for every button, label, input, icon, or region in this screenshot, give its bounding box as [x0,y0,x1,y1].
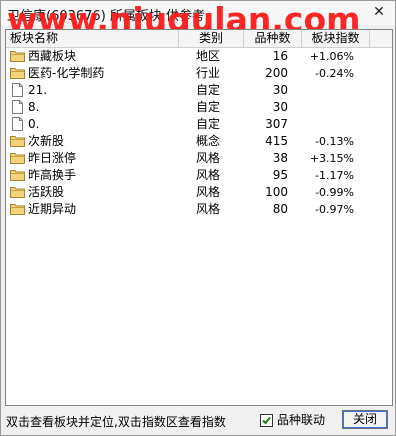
folder-icon [10,170,25,181]
table-header: 板块名称 类别 品种数 板块指数 [6,30,392,48]
row-count: 95 [272,168,288,182]
table-row[interactable]: 8. 自定 30 [6,99,392,116]
row-type: 概念 [196,134,221,148]
row-count: 38 [272,151,288,165]
row-type: 自定 [196,83,221,97]
row-count: 200 [265,66,288,80]
checkbox-label: 品种联动 [277,413,326,427]
sector-table: 板块名称 类别 品种数 板块指数 西藏板块 地区 16 +1.06% 医药-化学制药 行业… [5,29,393,406]
table-row[interactable]: 昨日涨停 风格 38 +3.15% [6,150,392,167]
folder-icon [10,68,25,79]
folder-icon [10,136,25,147]
row-type: 风格 [196,151,221,165]
row-count: 30 [272,100,288,114]
row-name: 西藏板块 [28,49,77,63]
row-index [302,116,354,133]
table-row[interactable]: 0. 自定 307 [6,116,392,133]
row-index [302,99,354,116]
row-index: +3.15% [309,152,354,165]
row-name: 8. [28,100,40,114]
close-button[interactable]: 关闭 [342,410,388,429]
row-type: 风格 [196,185,221,199]
table-row[interactable]: 昨高换手 风格 95 -1.17% [6,167,392,184]
row-type: 风格 [196,202,221,216]
header-name[interactable]: 板块名称 [6,30,179,47]
row-name: 昨高换手 [28,168,77,182]
row-count: 307 [265,117,288,131]
row-type: 风格 [196,168,221,182]
checkmark-icon [262,416,271,425]
document-icon [12,100,23,114]
row-index: -1.17% [315,169,354,182]
row-type: 地区 [196,49,221,63]
close-icon[interactable]: ✕ [371,4,387,20]
row-count: 80 [272,202,288,216]
row-index: +1.06% [309,50,354,63]
table-row[interactable]: 医药-化学制药 行业 200 -0.24% [6,65,392,82]
usage-hint: 双击查看板块并定位,双击指数区查看指数 [6,415,226,429]
row-name: 昨日涨停 [28,151,77,165]
folder-icon [10,48,26,65]
row-name: 0. [28,117,40,131]
document-icon [12,83,23,97]
row-type: 自定 [196,100,221,114]
document-icon [10,99,26,116]
row-name: 次新股 [28,134,65,148]
row-name: 近期异动 [28,202,77,216]
table-row[interactable]: 近期异动 风格 80 -0.97% [6,201,392,218]
folder-icon [10,167,26,184]
folder-icon [10,201,26,218]
header-index[interactable]: 板块指数 [302,30,370,47]
table-row[interactable]: 活跃股 风格 100 -0.99% [6,184,392,201]
header-count[interactable]: 品种数 [244,30,302,47]
row-index: -0.97% [315,203,354,216]
row-index: -0.13% [315,135,354,148]
folder-icon [10,184,26,201]
row-name: 活跃股 [28,185,65,199]
row-name: 医药-化学制药 [28,66,105,80]
folder-icon [10,153,25,164]
table-row[interactable]: 次新股 概念 415 -0.13% [6,133,392,150]
header-type[interactable]: 类别 [179,30,244,47]
row-count: 30 [272,83,288,97]
row-index: -0.24% [315,67,354,80]
row-count: 100 [265,185,288,199]
folder-icon [10,150,26,167]
document-icon [10,116,26,133]
title-bar[interactable]: 卫信康(603676) 所属板块 供参考 www.niugulan.com ✕ [1,1,395,38]
dialog-window: 卫信康(603676) 所属板块 供参考 www.niugulan.com ✕ … [0,0,396,436]
folder-icon [10,133,26,150]
status-bar: 双击查看板块并定位,双击指数区查看指数 品种联动 关闭 [1,407,395,435]
row-index [302,82,354,99]
checkbox-box[interactable] [260,414,273,427]
folder-icon [10,65,26,82]
folder-icon [10,187,25,198]
row-type: 行业 [196,66,221,80]
table-row[interactable]: 西藏板块 地区 16 +1.06% [6,48,392,65]
row-name: 21. [28,83,48,97]
document-icon [12,117,23,131]
folder-icon [10,204,25,215]
document-icon [10,82,26,99]
table-row[interactable]: 21. 自定 30 [6,82,392,99]
row-count: 415 [265,134,288,148]
row-count: 16 [272,49,288,63]
folder-icon [10,51,25,62]
row-type: 自定 [196,117,221,131]
row-index: -0.99% [315,186,354,199]
table-body: 西藏板块 地区 16 +1.06% 医药-化学制药 行业 200 -0.24% 21. 自定 30 8… [6,48,392,218]
